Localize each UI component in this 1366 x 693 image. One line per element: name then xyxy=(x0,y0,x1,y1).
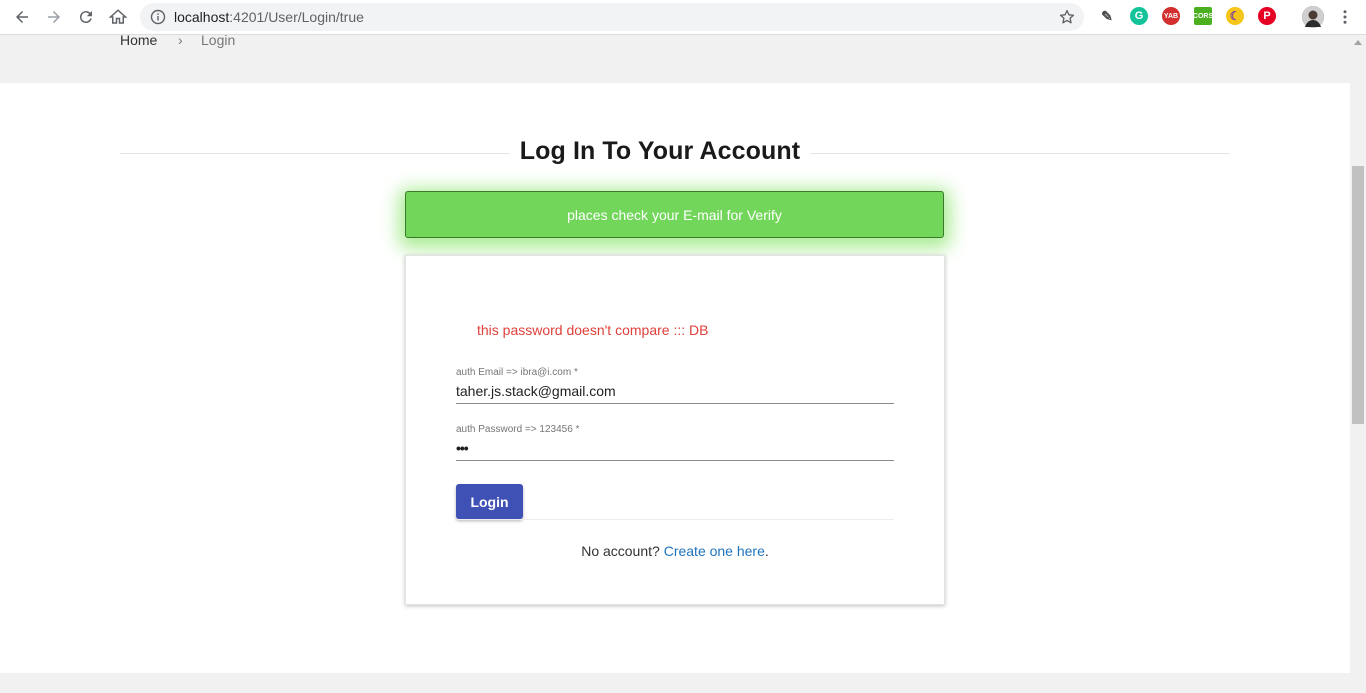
card-divider xyxy=(456,519,894,520)
bookmark-star-icon[interactable] xyxy=(1058,8,1076,26)
avatar-icon xyxy=(1302,6,1324,28)
forward-button[interactable] xyxy=(42,5,66,29)
address-bar[interactable]: localhost:4201/User/Login/true xyxy=(140,3,1084,31)
login-error-message: this password doesn't compare ::: DB xyxy=(477,322,709,338)
page-title: Log In To Your Account xyxy=(519,137,801,165)
login-card: this password doesn't compare ::: DB aut… xyxy=(405,255,945,605)
pinterest-icon[interactable]: P xyxy=(1258,7,1276,25)
info-icon[interactable] xyxy=(150,9,166,25)
home-icon xyxy=(109,9,127,24)
chrome-menu-button[interactable] xyxy=(1333,5,1357,29)
browser-toolbar: localhost:4201/User/Login/true ✎ G YAB CORS… xyxy=(0,0,1366,35)
email-input[interactable]: taher.js.stack@gmail.com xyxy=(456,381,894,404)
email-label: auth Email => ibra@i.com * xyxy=(456,367,578,378)
no-account-text: No account? xyxy=(581,543,660,559)
signup-prompt: No account? Create one here. xyxy=(406,543,944,559)
password-field[interactable]: auth Password => 123456 * ••• xyxy=(456,424,894,461)
back-arrow-icon xyxy=(16,11,28,23)
breadcrumb-home-link[interactable]: Home xyxy=(120,35,157,48)
password-label: auth Password => 123456 * xyxy=(456,424,580,435)
moon-icon[interactable]: ☾ xyxy=(1226,7,1244,25)
scrollbar-thumb[interactable] xyxy=(1352,166,1364,424)
scroll-up-arrow-icon[interactable] xyxy=(1354,40,1362,45)
yab-icon[interactable]: YAB xyxy=(1162,7,1180,25)
home-button[interactable] xyxy=(106,5,130,29)
password-input[interactable]: ••• xyxy=(456,438,894,461)
reload-button[interactable] xyxy=(74,5,98,29)
footer-band xyxy=(0,673,1350,693)
toast-message: places check your E-mail for Verify xyxy=(567,206,782,223)
reload-icon xyxy=(79,11,92,24)
email-field[interactable]: auth Email => ibra@i.com * taher.js.stac… xyxy=(456,367,894,404)
breadcrumb: Home › Login xyxy=(0,35,1350,83)
page-scrollbar[interactable] xyxy=(1350,35,1366,693)
breadcrumb-separator: › xyxy=(178,35,183,48)
create-account-link[interactable]: Create one here xyxy=(664,543,765,559)
login-button[interactable]: Login xyxy=(456,484,523,519)
back-button[interactable] xyxy=(10,5,34,29)
profile-avatar[interactable] xyxy=(1302,6,1324,28)
create-link-suffix: . xyxy=(764,543,769,559)
url-text[interactable]: localhost:4201/User/Login/true xyxy=(174,9,364,25)
url-path: :4201/User/Login/true xyxy=(229,9,364,25)
verify-email-toast: places check your E-mail for Verify xyxy=(405,191,944,238)
page-viewport: Home › Login Log In To Your Account plac… xyxy=(0,35,1350,693)
url-host: localhost xyxy=(174,9,230,25)
eyedropper-icon[interactable]: ✎ xyxy=(1098,7,1116,25)
grammarly-icon[interactable]: G xyxy=(1130,7,1148,25)
cors-icon[interactable]: CORS xyxy=(1193,7,1213,25)
forward-arrow-icon xyxy=(48,11,60,23)
breadcrumb-current: Login xyxy=(201,35,236,48)
kebab-menu-icon xyxy=(1343,10,1347,24)
